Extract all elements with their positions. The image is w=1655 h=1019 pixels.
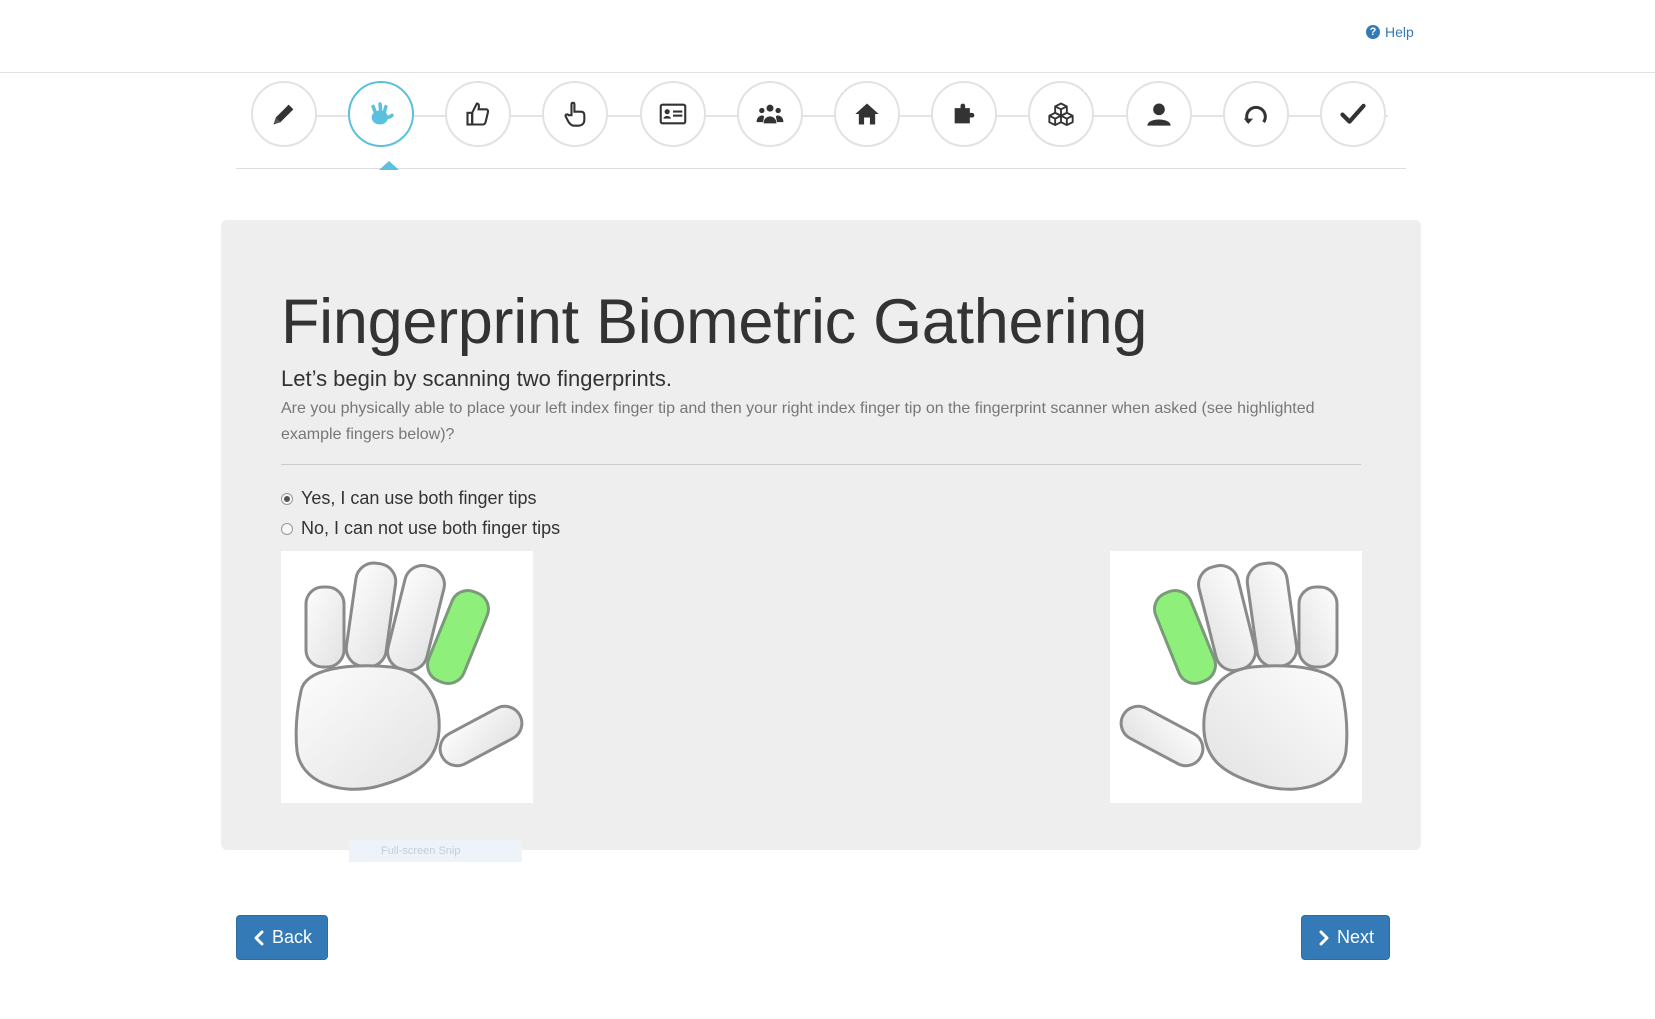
user-icon [1147,103,1171,126]
pencil-icon [273,104,294,125]
steps-divider [236,168,1406,169]
radio-no[interactable] [281,522,293,535]
step-family[interactable] [737,81,803,147]
step-fingerprint[interactable] [348,81,414,147]
left-hand-illustration [294,561,524,791]
option-yes[interactable]: Yes, I can use both finger tips [281,488,537,509]
chevron-left-icon [254,930,264,945]
right-hand-illustration [1119,561,1349,791]
hand-pointer-icon [564,101,586,127]
back-button[interactable]: Back [236,915,328,960]
divider [281,464,1361,465]
chevron-right-icon [1319,930,1329,945]
left-hand-image [281,551,533,803]
home-icon [855,103,879,125]
snip-overlay: Full-screen Snip [349,840,522,862]
step-thumb[interactable] [445,81,511,147]
hand-icon [371,102,394,125]
step-refresh[interactable] [1223,81,1289,147]
step-person[interactable] [1126,81,1192,147]
id-card-icon [659,103,687,125]
step-id-card[interactable] [640,81,706,147]
option-no[interactable]: No, I can not use both finger tips [281,518,560,539]
question-circle-icon: ? [1366,25,1380,39]
radio-yes[interactable] [281,492,293,505]
active-step-indicator [379,161,399,170]
help-label: Help [1385,24,1414,40]
cubes-icon [1048,102,1074,127]
help-link[interactable]: ? Help [1366,24,1414,40]
puzzle-icon [954,103,975,124]
users-icon [756,104,784,124]
page-subtitle: Let’s begin by scanning two fingerprints… [281,366,672,391]
undo-icon [1243,105,1267,124]
next-button[interactable]: Next [1301,915,1390,960]
check-icon [1340,103,1366,124]
page-title: Fingerprint Biometric Gathering [281,287,1148,357]
right-hand-image [1110,551,1362,803]
step-edit[interactable] [251,81,317,147]
content-panel: Fingerprint Biometric Gathering Let’s be… [221,220,1421,850]
step-point[interactable] [542,81,608,147]
top-bar: ? Help [0,0,1655,73]
question-text: Are you physically able to place your le… [281,400,1315,443]
thumbs-up-icon [466,102,490,126]
step-cubes[interactable] [1028,81,1094,147]
back-label: Back [271,927,313,947]
next-label: Next [1336,927,1374,947]
step-home[interactable] [834,81,900,147]
option-yes-label: Yes, I can use both finger tips [301,488,537,508]
step-done[interactable] [1320,81,1386,147]
step-puzzle[interactable] [931,81,997,147]
option-no-label: No, I can not use both finger tips [301,518,561,538]
